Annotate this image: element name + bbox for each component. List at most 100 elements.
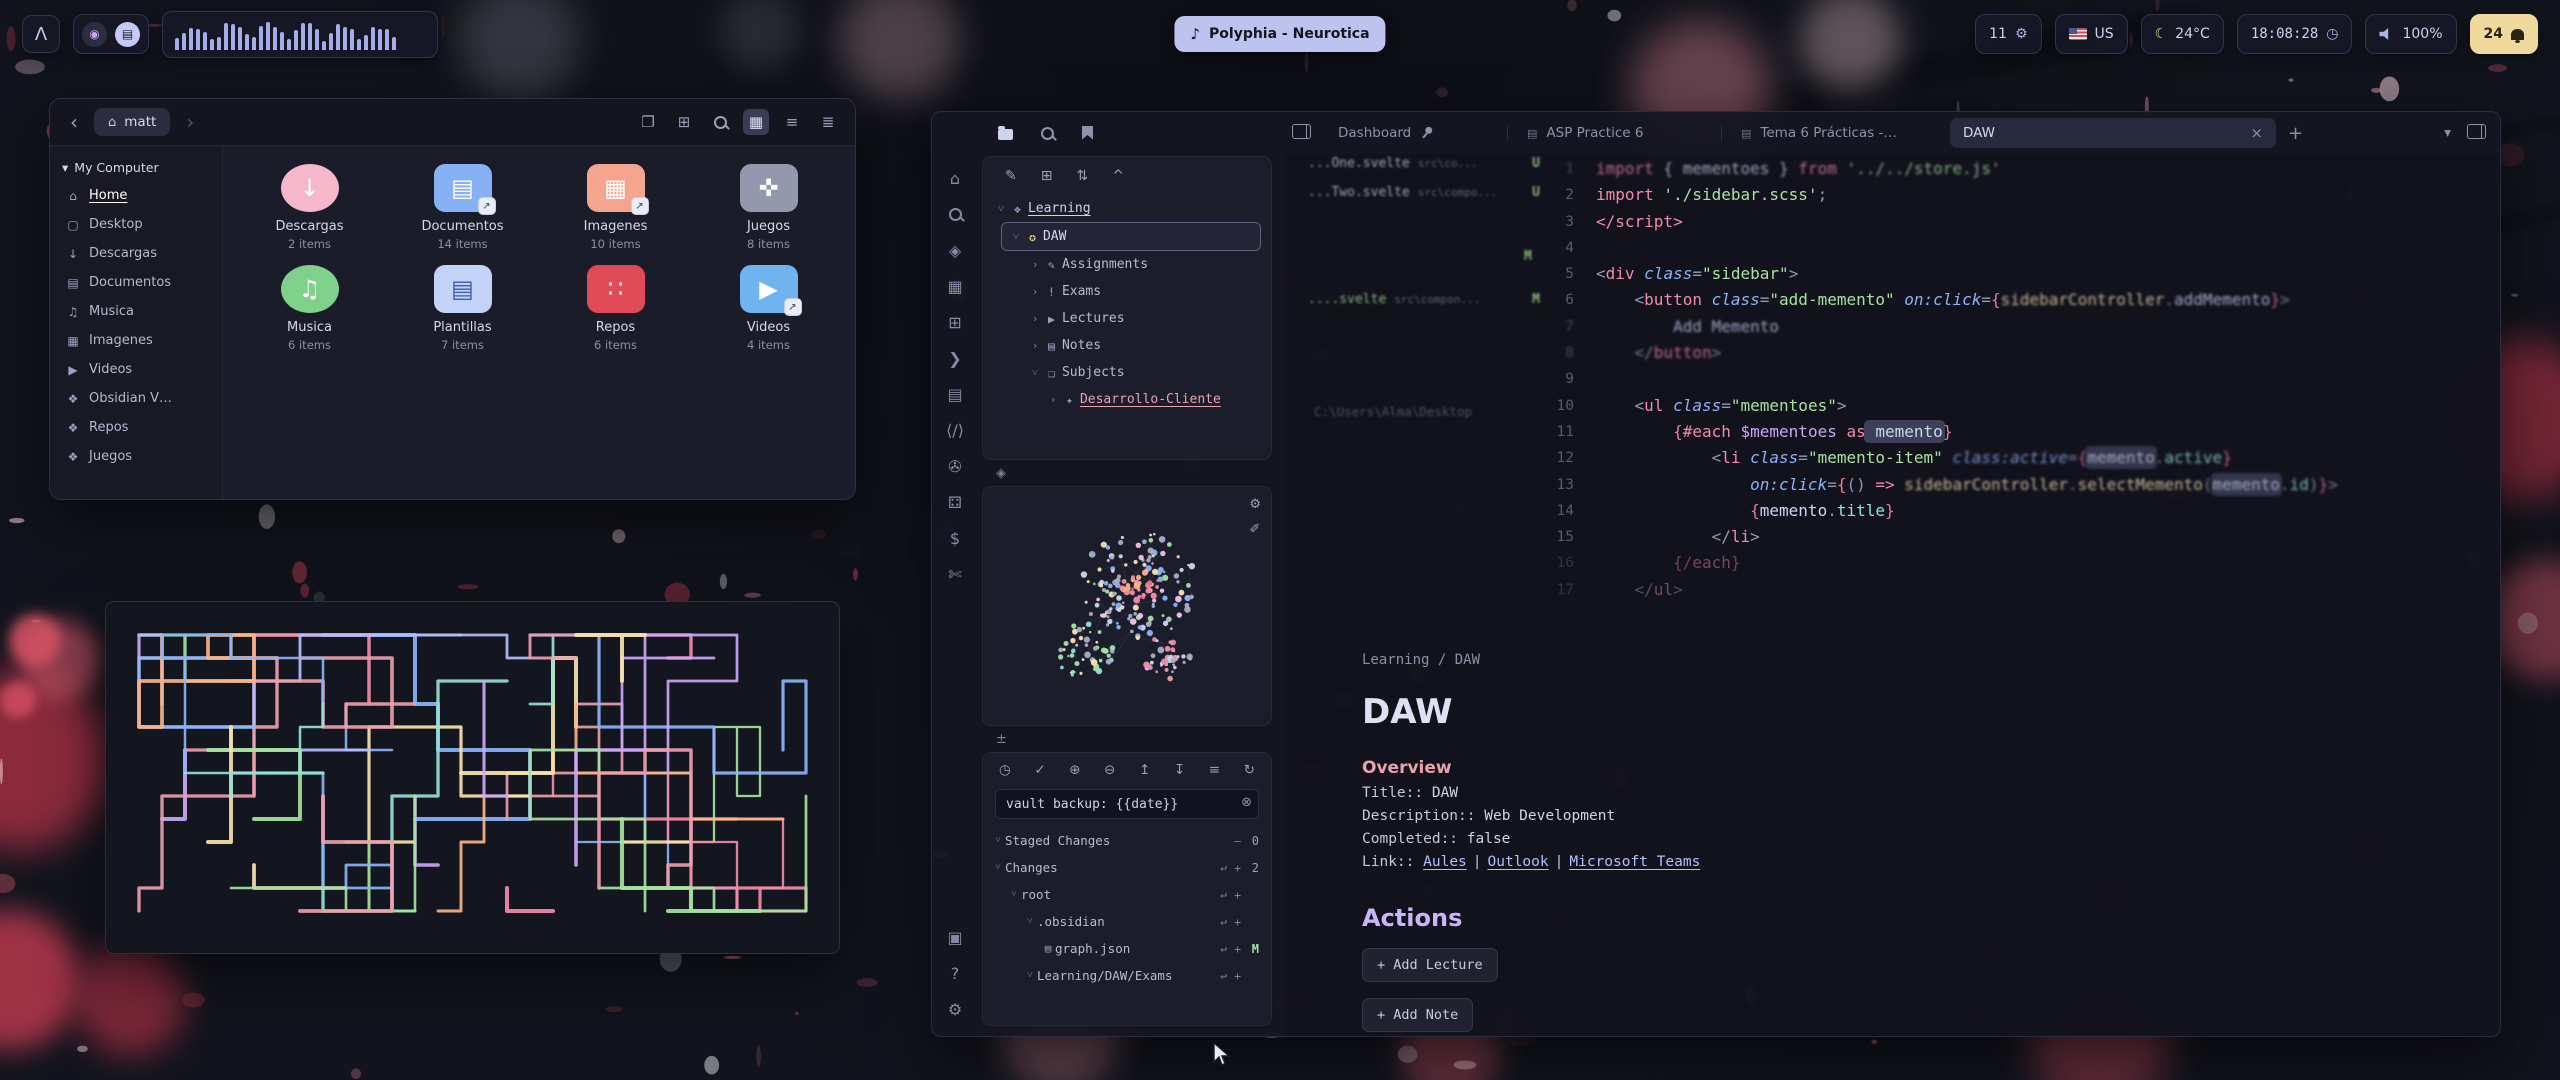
forward-button[interactable]: › xyxy=(180,110,200,134)
git-pull-icon[interactable]: ↧ xyxy=(1174,762,1185,778)
workspace-switcher[interactable]: ◉ ▤ xyxy=(73,14,149,54)
search-icon[interactable] xyxy=(949,204,962,225)
grid-view-button[interactable]: ▦ xyxy=(743,109,769,135)
snippets-icon[interactable]: ✄ xyxy=(948,564,961,585)
calendar-icon[interactable]: ⊞ xyxy=(948,312,961,333)
folder-tile-musica[interactable]: ♫↗ Musica 6 items xyxy=(233,265,386,352)
graph-view[interactable] xyxy=(989,493,1269,717)
editor-pane[interactable]: ...One.sveltesrc\co...U...Two.sveltesrc\… xyxy=(1284,154,2500,1036)
git-unstage-all-icon[interactable]: ⊖ xyxy=(1104,762,1115,778)
breadcrumb[interactable]: ⌂ matt xyxy=(94,108,170,136)
git-pane-icon[interactable]: ± xyxy=(996,732,1007,747)
git-row-obsidian-folder[interactable]: ˅ .obsidian ↩ + xyxy=(983,908,1271,935)
tree-item-subjects[interactable]: ˅ ❏ Subjects xyxy=(983,359,1271,386)
folder-tile-repos[interactable]: ∷↗ Repos 6 items xyxy=(539,265,692,352)
tree-item-exams[interactable]: › ! Exams xyxy=(983,278,1271,305)
clock-widget[interactable]: 18:08:28 ◷ xyxy=(2237,14,2353,54)
tree-item-lectures[interactable]: › ▶ Lectures xyxy=(983,305,1271,332)
sidebar-item-home[interactable]: ⌂Home xyxy=(50,181,222,210)
canvas-icon[interactable]: ▦ xyxy=(947,276,962,297)
home-icon[interactable]: ⌂ xyxy=(950,168,960,189)
folder-tile-descargas[interactable]: ↓↗ Descargas 2 items xyxy=(233,164,386,251)
graph-pane-icon[interactable]: ◈ xyxy=(996,466,1006,481)
git-commit-icon[interactable]: ✓ xyxy=(1034,762,1045,778)
git-row-root[interactable]: ˅ root ↩ + xyxy=(983,881,1271,908)
tree-item-desarrollo-cliente[interactable]: › ✦ Desarrollo-Cliente xyxy=(983,386,1271,413)
folder-tile-imagenes[interactable]: ▦↗ Imagenes 10 items xyxy=(539,164,692,251)
updates-widget[interactable]: 11 ⚙ xyxy=(1975,14,2041,54)
graph-settings-icon[interactable]: ⚙ xyxy=(1249,497,1261,512)
git-row-graph-json[interactable]: ▤ graph.json ↩ + M xyxy=(983,935,1271,962)
tree-item-daw-selected[interactable]: ˅ ✪ DAW xyxy=(1001,222,1261,251)
quick-switcher-icon[interactable]: ◈ xyxy=(949,240,961,261)
help-icon[interactable]: ? xyxy=(951,963,960,984)
tab-asp-practice-6[interactable]: ▤ ASP Practice 6 xyxy=(1514,118,1715,148)
code-icon[interactable]: ⟨/⟩ xyxy=(946,420,964,441)
sidebar-item-musica[interactable]: ♫Musica xyxy=(50,297,222,326)
tree-item-notes[interactable]: › ▤ Notes xyxy=(983,332,1271,359)
search-icon[interactable] xyxy=(707,109,733,135)
add-lecture-button[interactable]: + Add Lecture xyxy=(1362,948,1498,982)
weather-widget[interactable]: ☾ 24°C xyxy=(2141,14,2224,54)
terminal-icon[interactable]: ❯ xyxy=(948,348,961,369)
sidebar-item-juegos[interactable]: ❖Juegos xyxy=(50,442,222,471)
menu-icon[interactable]: ≣ xyxy=(815,109,841,135)
sidebar-toggle-icon[interactable] xyxy=(1292,124,1311,143)
new-folder-icon[interactable]: ⊞ xyxy=(1041,168,1053,184)
sidebar-item-repos[interactable]: ❖Repos xyxy=(50,413,222,442)
git-stage-all-icon[interactable]: ⊕ xyxy=(1069,762,1080,778)
search-tab-icon[interactable] xyxy=(1041,125,1054,144)
git-history-icon[interactable]: ◷ xyxy=(999,762,1011,778)
volume-widget[interactable]: 100% xyxy=(2365,14,2456,54)
sidebar-item-documentos[interactable]: ▤Documentos xyxy=(50,268,222,297)
folder-tile-videos[interactable]: ▶↗ Videos 4 items xyxy=(692,265,845,352)
sidebar-item-imagenes[interactable]: ▦Imagenes xyxy=(50,326,222,355)
tab-tema-6-practicas[interactable]: ▤ Tema 6 Prácticas -… xyxy=(1728,118,1944,148)
sort-icon[interactable]: ⇅ xyxy=(1076,168,1088,184)
git-push-icon[interactable]: ↥ xyxy=(1139,762,1150,778)
git-refresh-icon[interactable]: ↻ xyxy=(1244,762,1255,778)
folder-tile-documentos[interactable]: ▤↗ Documentos 14 items xyxy=(386,164,539,251)
right-sidebar-toggle-icon[interactable] xyxy=(2467,124,2486,143)
back-button[interactable]: ‹ xyxy=(64,110,84,134)
git-row-staged-changes[interactable]: ˅ Staged Changes — 0 xyxy=(983,827,1271,854)
link-outlook[interactable]: Outlook xyxy=(1488,854,1549,870)
notifications-widget[interactable]: 24 xyxy=(2470,14,2538,54)
link-microsoft-teams[interactable]: Microsoft Teams xyxy=(1569,854,1700,870)
workspace-2-icon[interactable]: ▤ xyxy=(115,22,140,47)
sidebar-item-obsidian-vault[interactable]: ❖Obsidian V… xyxy=(50,384,222,413)
sidebar-item-descargas[interactable]: ↓Descargas xyxy=(50,239,222,268)
tree-item-assignments[interactable]: › ✎ Assignments xyxy=(983,251,1271,278)
sidebar-item-videos[interactable]: ▶Videos xyxy=(50,355,222,384)
close-tab-icon[interactable]: × xyxy=(2250,124,2263,142)
tab-dashboard[interactable]: Dashboard xyxy=(1325,118,1501,148)
new-note-icon[interactable]: ✎ xyxy=(1005,168,1017,184)
vault-switcher-icon[interactable]: ▣ xyxy=(947,927,962,948)
collapse-all-icon[interactable]: ^ xyxy=(1112,168,1124,184)
bookmarks-tab-icon[interactable] xyxy=(1082,125,1093,144)
clear-input-icon[interactable]: ⊗ xyxy=(1241,795,1252,810)
screenshot-icon[interactable]: ✇ xyxy=(948,456,961,477)
workspace-1-icon[interactable]: ◉ xyxy=(82,22,107,47)
folder-tile-plantillas[interactable]: ▤↗ Plantillas 7 items xyxy=(386,265,539,352)
settings-icon[interactable]: ⚙ xyxy=(948,999,962,1020)
currency-icon[interactable]: $ xyxy=(950,528,960,549)
tree-item-learning[interactable]: ˅ ❖ Learning xyxy=(983,195,1271,222)
now-playing-widget[interactable]: ♪ Polyphia - Neurotica xyxy=(1174,16,1385,52)
graph-brush-icon[interactable]: ✐ xyxy=(1249,522,1261,537)
sidebar-item-desktop[interactable]: ▢Desktop xyxy=(50,210,222,239)
keyboard-layout-widget[interactable]: US xyxy=(2055,14,2128,54)
list-view-button[interactable]: ≡ xyxy=(779,109,805,135)
git-row-changes[interactable]: ˅ Changes ↩ + 2 xyxy=(983,854,1271,881)
new-tab-icon[interactable]: ❐ xyxy=(635,109,661,135)
add-note-button[interactable]: + Add Note xyxy=(1362,998,1473,1032)
sidebar-section-header[interactable]: ▾ My Computer xyxy=(50,154,222,181)
git-row-learning-daw-exams[interactable]: ˅ Learning/DAW/Exams ↩ + xyxy=(983,962,1271,989)
new-tab-button[interactable]: + xyxy=(2288,123,2303,144)
commit-message-input[interactable] xyxy=(995,789,1259,819)
kanban-icon[interactable]: ▤ xyxy=(947,384,962,405)
git-list-icon[interactable]: ≡ xyxy=(1209,762,1220,778)
launcher-button[interactable]: Λ xyxy=(22,15,60,53)
folder-tile-juegos[interactable]: ✜↗ Juegos 8 items xyxy=(692,164,845,251)
link-aules[interactable]: Aules xyxy=(1423,854,1467,870)
